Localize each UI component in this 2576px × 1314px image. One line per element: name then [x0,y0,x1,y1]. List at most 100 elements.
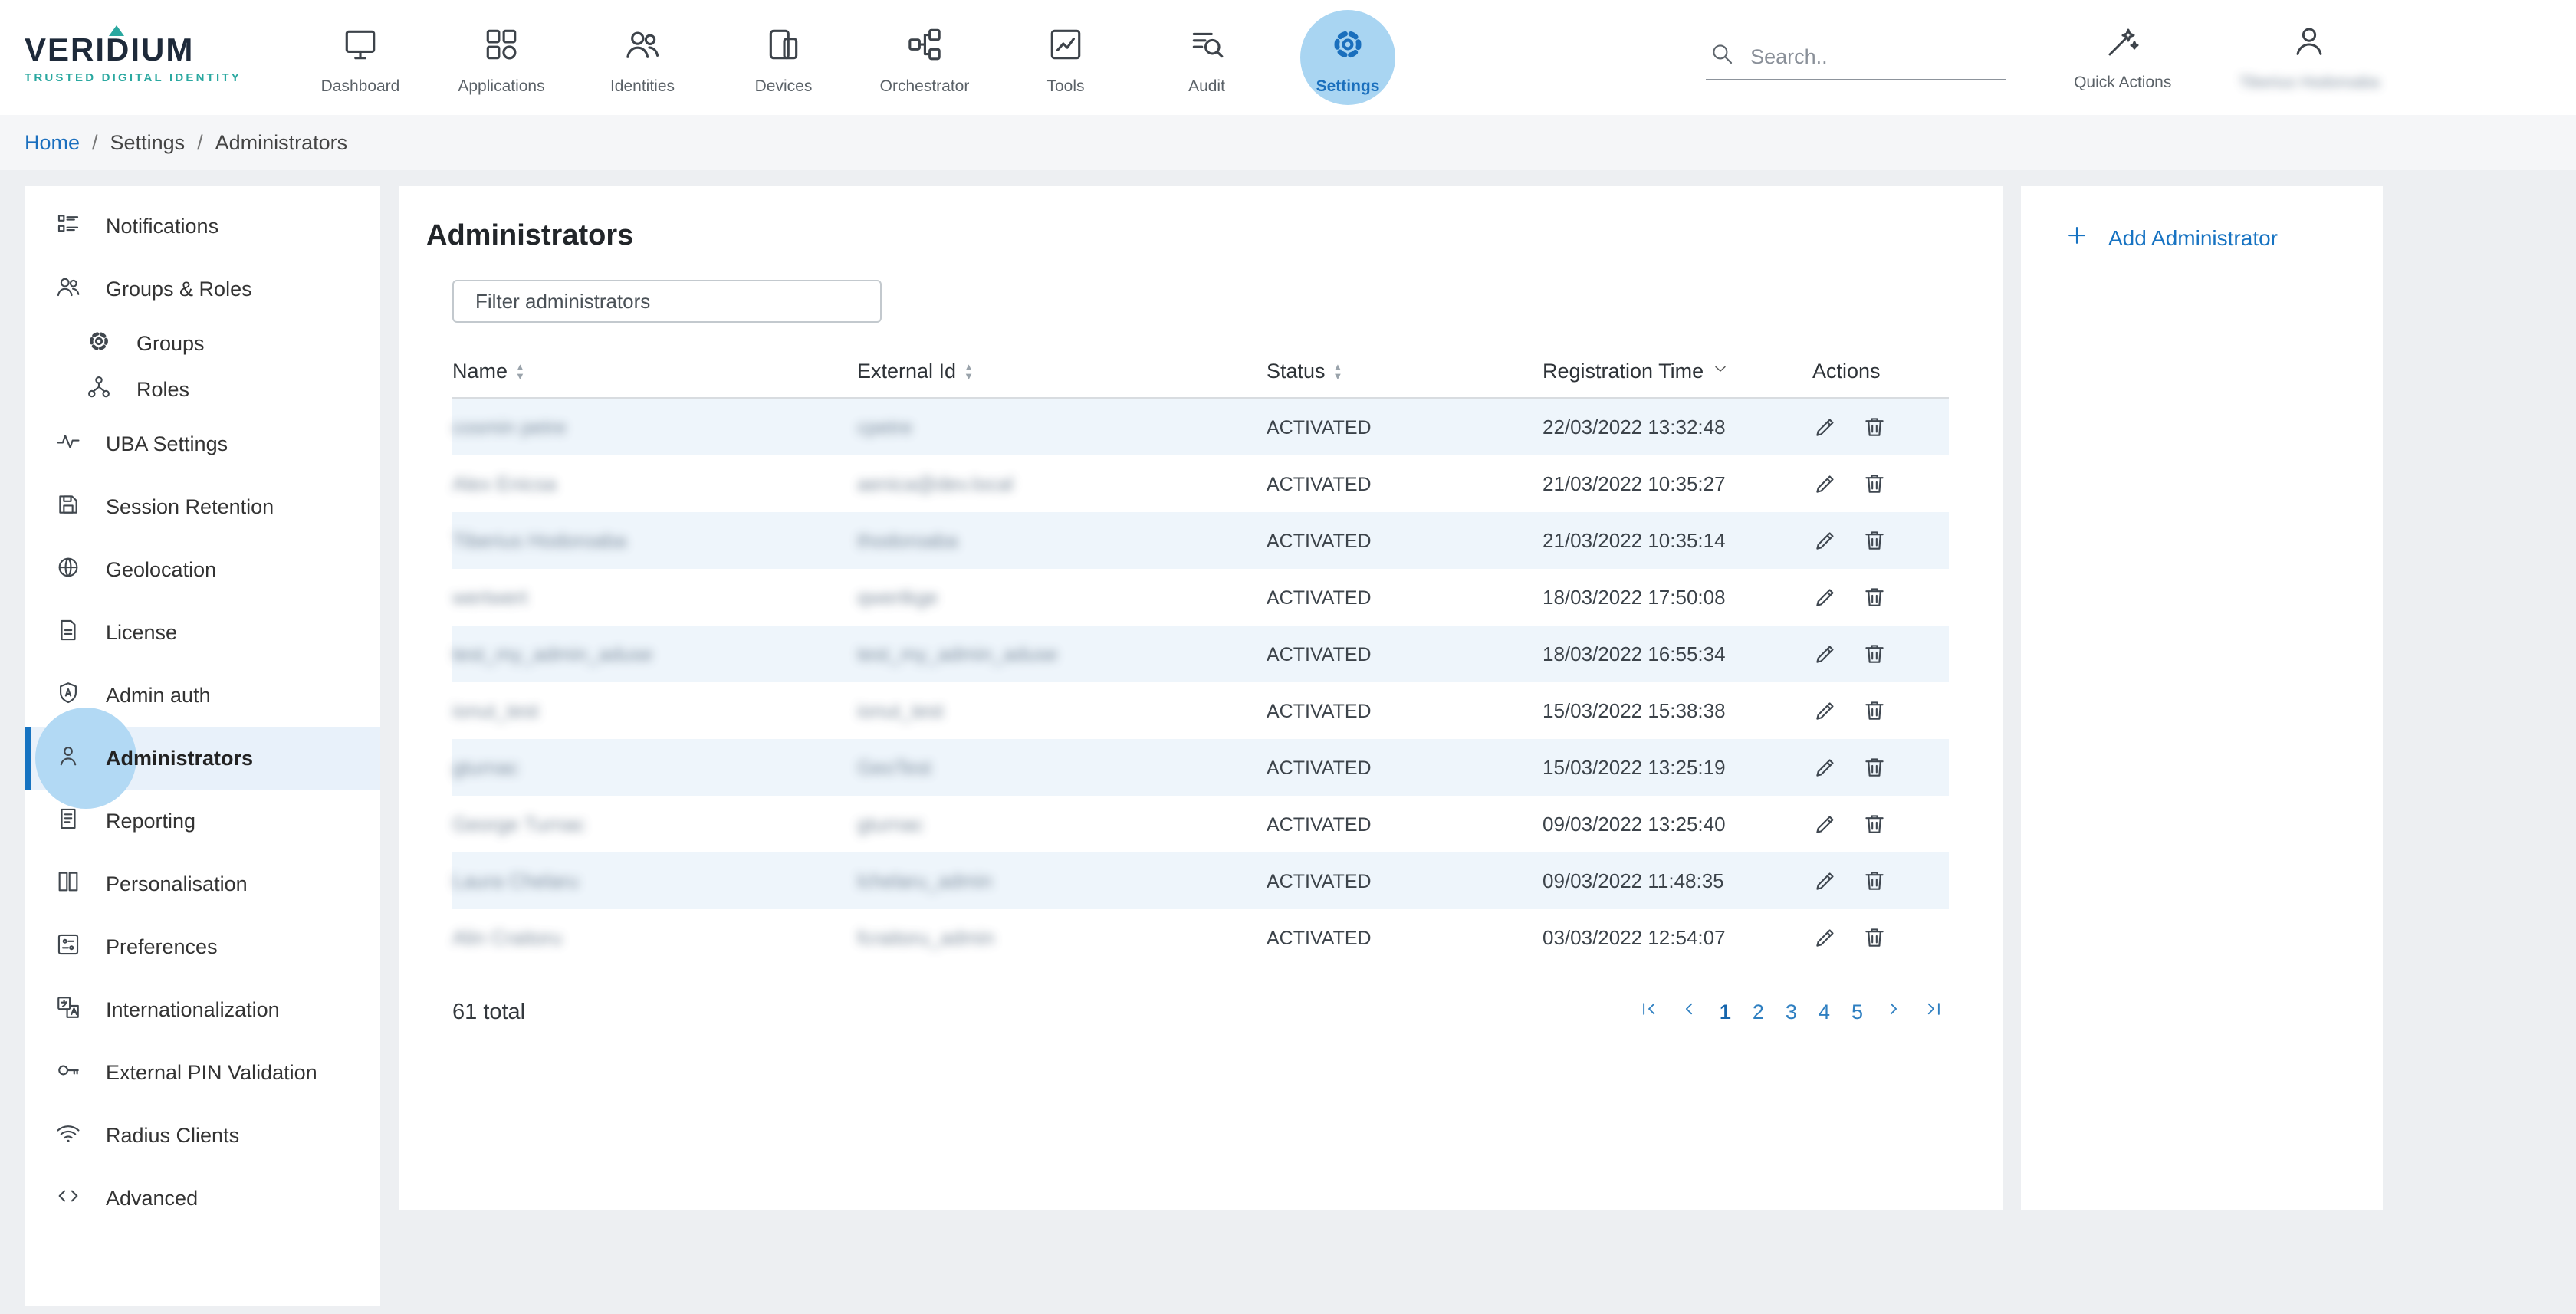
page-number-5[interactable]: 5 [1845,1000,1869,1024]
filter-administrators-input[interactable] [452,280,882,323]
sidebar-item-label: Advanced [106,1187,198,1211]
admin-external-id: gturnac [857,813,924,836]
user-name: Tiberius Hodoroaba [2239,74,2380,92]
edit-button[interactable] [1812,414,1838,440]
page-number-1[interactable]: 1 [1714,1000,1737,1024]
delete-button[interactable] [1861,414,1888,440]
sidebar-item-groups-roles[interactable]: Groups & Roles [25,258,380,320]
delete-button[interactable] [1861,811,1888,837]
top-nav-item-devices[interactable]: Devices [736,8,831,107]
delete-button[interactable] [1861,925,1888,951]
sidebar-item-license[interactable]: License [25,601,380,664]
prev-page-button[interactable] [1674,997,1704,1027]
page-number-2[interactable]: 2 [1746,1000,1770,1024]
sidebar-item-session-retention[interactable]: Session Retention [25,475,380,538]
top-nav-item-dashboard[interactable]: Dashboard [313,8,408,107]
veridium-logo[interactable]: VERIDIUM TRUSTED DIGITAL IDENTITY [25,31,270,84]
delete-button[interactable] [1861,868,1888,894]
devices-icon [764,25,803,70]
delete-button[interactable] [1861,471,1888,497]
top-nav-item-audit[interactable]: Audit [1159,8,1254,107]
delete-button[interactable] [1861,754,1888,780]
breadcrumb-home-link[interactable]: Home [25,131,80,155]
top-nav-item-applications[interactable]: Applications [454,8,549,107]
top-bar-right: Quick Actions Tiberius Hodoroaba [1706,23,2380,92]
sidebar-item-geolocation[interactable]: Geolocation [25,538,380,601]
edit-button[interactable] [1812,584,1838,610]
sidebar-item-roles[interactable]: Roles [25,366,380,412]
edit-button[interactable] [1812,754,1838,780]
user-menu[interactable]: Tiberius Hodoroaba [2239,23,2380,92]
page-number-4[interactable]: 4 [1812,1000,1836,1024]
edit-button[interactable] [1812,925,1838,951]
nav-label: Tools [1046,77,1084,96]
column-header-name[interactable]: Name▲▼ [452,347,857,398]
delete-button[interactable] [1861,584,1888,610]
person-icon [55,743,106,774]
edit-button[interactable] [1812,698,1838,724]
admin-name: George Turnac [452,813,585,836]
top-nav-item-identities[interactable]: Identities [595,8,690,107]
edit-button[interactable] [1812,641,1838,667]
column-header-status[interactable]: Status▲▼ [1267,347,1543,398]
quick-actions-button[interactable]: Quick Actions [2074,23,2171,92]
delete-button[interactable] [1861,698,1888,724]
key-icon [55,1057,106,1089]
top-nav: Dashboard Applications Identities Devices Or… [313,8,1395,107]
sidebar-item-administrators[interactable]: Administrators [25,727,380,790]
admin-name: gturnac [452,756,519,779]
table-row: Tiberius HodoroabathodoroabaACTIVATED21/… [452,512,1949,569]
next-page-button[interactable] [1878,997,1909,1027]
sidebar-item-notifications[interactable]: Notifications [25,195,380,258]
nav-label: Orchestrator [880,77,970,96]
admin-name: Alex Enicsa [452,472,557,495]
admin-external-id: aenica@dev.local [857,472,1014,495]
sidebar-item-radius-clients[interactable]: Radius Clients [25,1104,380,1167]
i18n-icon [55,994,106,1026]
status-badge: ACTIVATED [1267,644,1372,665]
global-search[interactable] [1706,34,2006,80]
edit-button[interactable] [1812,527,1838,554]
sidebar-item-personalisation[interactable]: Personalisation [25,852,380,915]
brand-tagline: TRUSTED DIGITAL IDENTITY [25,71,270,84]
delete-button[interactable] [1861,641,1888,667]
top-nav-item-tools[interactable]: Tools [1018,8,1113,107]
column-header-external-id[interactable]: External Id▲▼ [857,347,1267,398]
top-nav-item-orchestrator[interactable]: Orchestrator [877,8,972,107]
last-page-button[interactable] [1918,997,1949,1027]
table-row: Alex Enicsaaenica@dev.localACTIVATED21/0… [452,455,1949,512]
delete-button[interactable] [1861,527,1888,554]
sidebar-item-uba-settings[interactable]: UBA Settings [25,412,380,475]
nav-label: Dashboard [321,77,400,96]
edit-button[interactable] [1812,868,1838,894]
add-administrator-button[interactable]: Add Administrator [2064,222,2383,255]
sidebar-item-advanced[interactable]: Advanced [25,1167,380,1230]
save-icon [55,491,106,523]
page-number-3[interactable]: 3 [1779,1000,1803,1024]
table-footer: 61 total 12345 [452,997,1949,1027]
breadcrumb-current: Administrators [215,131,348,155]
doc-icon [55,617,106,649]
admin-name: wertwert [452,586,527,609]
first-page-button[interactable] [1634,997,1664,1027]
edit-button[interactable] [1812,471,1838,497]
table-row: gturnacGeoTestACTIVATED15/03/2022 13:25:… [452,739,1949,796]
column-header-registration-time[interactable]: Registration Time [1543,347,1812,398]
edit-button[interactable] [1812,811,1838,837]
page-title: Administrators [426,219,1949,252]
sidebar-item-reporting[interactable]: Reporting [25,790,380,852]
table-row: wertwertqwertkgeACTIVATED18/03/2022 17:5… [452,569,1949,626]
status-badge: ACTIVATED [1267,928,1372,949]
registration-time: 09/03/2022 13:25:40 [1543,813,1726,836]
breadcrumb-separator: / [92,131,98,155]
sidebar-item-internationalization[interactable]: Internationalization [25,978,380,1041]
pulse-icon [55,429,106,460]
table-row: Alin Craitorufcraitoru_adminACTIVATED03/… [452,909,1949,966]
sidebar-item-external-pin-validation[interactable]: External PIN Validation [25,1041,380,1104]
sidebar-item-label: Session Retention [106,495,274,519]
breadcrumb-settings[interactable]: Settings [110,131,186,155]
search-input[interactable] [1750,45,2003,69]
sidebar-item-preferences[interactable]: Preferences [25,915,380,978]
top-nav-item-settings[interactable]: Settings [1300,8,1395,107]
sidebar-item-groups[interactable]: Groups [25,320,380,366]
